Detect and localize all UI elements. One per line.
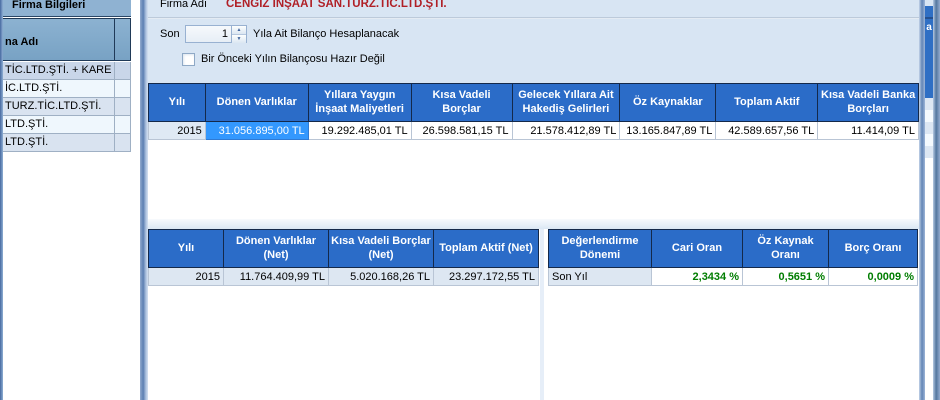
column-header[interactable]: Borç Oranı [828, 229, 918, 268]
spinner-down-icon[interactable]: ▼ [232, 35, 246, 43]
column-header[interactable]: Yıllara Yaygın İnşaat Maliyetleri [307, 83, 412, 122]
ratio-cell[interactable]: 0,0009 % [828, 267, 918, 286]
column-header[interactable]: Gelecek Yıllara Ait Hakediş Gelirleri [511, 83, 621, 122]
ratio-table-header-row: Değerlendirme Dönemi Cari Oran Öz Kaynak… [548, 229, 918, 268]
balance-calculation-panel: Firma Adı CENGİZ İNŞAAT SAN.TURZ.TİC.LTD… [148, 0, 919, 400]
ratio-cell[interactable]: 0,5651 % [742, 267, 829, 286]
company-list-item[interactable]: TİC.LTD.ŞTİ. + KARE YA [3, 62, 130, 80]
value-cell[interactable]: 5.020.168,26 TL [328, 267, 434, 286]
clipped-right-panel: a [925, 0, 933, 400]
column-header[interactable]: Cari Oran [651, 229, 743, 268]
company-name-label: Firma Adı [160, 0, 208, 10]
column-header[interactable]: Dönen Varlıklar (Net) [223, 229, 329, 268]
value-cell[interactable]: 19.292.485,01 TL [307, 121, 412, 140]
column-header[interactable]: Toplam Aktif [715, 83, 819, 122]
value-cell[interactable]: 13.165.847,89 TL [619, 121, 717, 140]
ratio-cell[interactable]: 2,3434 % [651, 267, 743, 286]
company-list: TİC.LTD.ŞTİ. + KARE YA İC.LTD.ŞTİ. TURZ.… [3, 62, 131, 152]
company-list-item[interactable]: LTD.ŞTİ. [3, 134, 130, 152]
spinner-up-icon[interactable]: ▲ [232, 26, 246, 35]
years-prefix-label: Son [160, 28, 180, 40]
column-header[interactable]: Değerlendirme Dönemi [548, 229, 652, 268]
column-header[interactable]: Kısa Vadeli Borçlar (Net) [328, 229, 434, 268]
column-header[interactable]: Toplam Aktif (Net) [433, 229, 539, 268]
company-name-column-header[interactable]: na Adı [3, 19, 115, 60]
column-header[interactable]: Yılı [148, 83, 206, 122]
year-cell[interactable]: 2015 [148, 267, 224, 286]
years-input[interactable]: 1 [185, 25, 232, 43]
years-spinner[interactable]: ▲ ▼ [232, 25, 247, 43]
company-list-item[interactable]: İC.LTD.ŞTİ. [3, 80, 130, 98]
column-header[interactable]: Öz Kaynak Oranı [742, 229, 829, 268]
company-list-column-header[interactable]: na Adı [3, 18, 131, 61]
balance-table: Yılı Dönen Varlıklar Yıllara Yaygın İnşa… [148, 83, 919, 140]
value-cell[interactable]: 11.764.409,99 TL [223, 267, 329, 286]
previous-year-not-ready-label: Bir Önceki Yılın Bilançosu Hazır Değil [201, 53, 385, 65]
balance-table-row: 2015 31.056.895,00 TL 19.292.485,01 TL 2… [148, 121, 919, 140]
net-table-row: 2015 11.764.409,99 TL 5.020.168,26 TL 23… [148, 267, 539, 286]
years-suffix-label: Yıla Ait Bilanço Hesaplanacak [253, 28, 400, 40]
balance-table-header-row: Yılı Dönen Varlıklar Yıllara Yaygın İnşa… [148, 83, 919, 122]
clipped-column-header: a [925, 6, 933, 98]
column-header[interactable]: Dönen Varlıklar [204, 83, 309, 122]
column-header[interactable]: Yılı [148, 229, 224, 268]
net-table-header-row: Yılı Dönen Varlıklar (Net) Kısa Vadeli B… [148, 229, 539, 268]
column-header[interactable]: Kısa Vadeli Borçlar [410, 83, 513, 122]
ratio-table: Değerlendirme Dönemi Cari Oran Öz Kaynak… [548, 229, 918, 286]
company-list-panel: Firma Bilgileri na Adı TİC.LTD.ŞTİ. + KA… [0, 0, 140, 400]
selected-cell[interactable]: 31.056.895,00 TL [204, 121, 309, 140]
value-cell[interactable]: 11.414,09 TL [817, 121, 919, 140]
panel-divider [140, 0, 148, 400]
value-cell[interactable]: 23.297.172,55 TL [433, 267, 539, 286]
section-divider [148, 219, 919, 229]
year-cell[interactable]: 2015 [148, 121, 206, 140]
previous-year-not-ready-checkbox[interactable] [182, 53, 195, 66]
company-panel-title: Firma Bilgileri [3, 0, 131, 17]
company-name-value: CENGİZ İNŞAAT SAN.TURZ.TİC.LTD.ŞTİ. [226, 0, 447, 10]
value-cell[interactable]: 26.598.581,15 TL [410, 121, 513, 140]
period-cell[interactable]: Son Yıl [548, 267, 652, 286]
value-cell[interactable]: 42.589.657,56 TL [715, 121, 819, 140]
ratio-table-row: Son Yıl 2,3434 % 0,5651 % 0,0009 % [548, 267, 918, 286]
net-values-table: Yılı Dönen Varlıklar (Net) Kısa Vadeli B… [148, 229, 539, 286]
column-header[interactable]: Öz Kaynaklar [619, 83, 717, 122]
company-list-item[interactable]: LTD.ŞTİ. [3, 116, 130, 134]
company-list-item[interactable]: TURZ.TİC.LTD.ŞTİ. [3, 98, 130, 116]
column-header[interactable]: Kısa Vadeli Banka Borçları [817, 83, 919, 122]
separator-line [148, 17, 919, 19]
value-cell[interactable]: 21.578.412,89 TL [511, 121, 621, 140]
window-right-edge [933, 0, 940, 400]
tables-gap [540, 229, 544, 400]
